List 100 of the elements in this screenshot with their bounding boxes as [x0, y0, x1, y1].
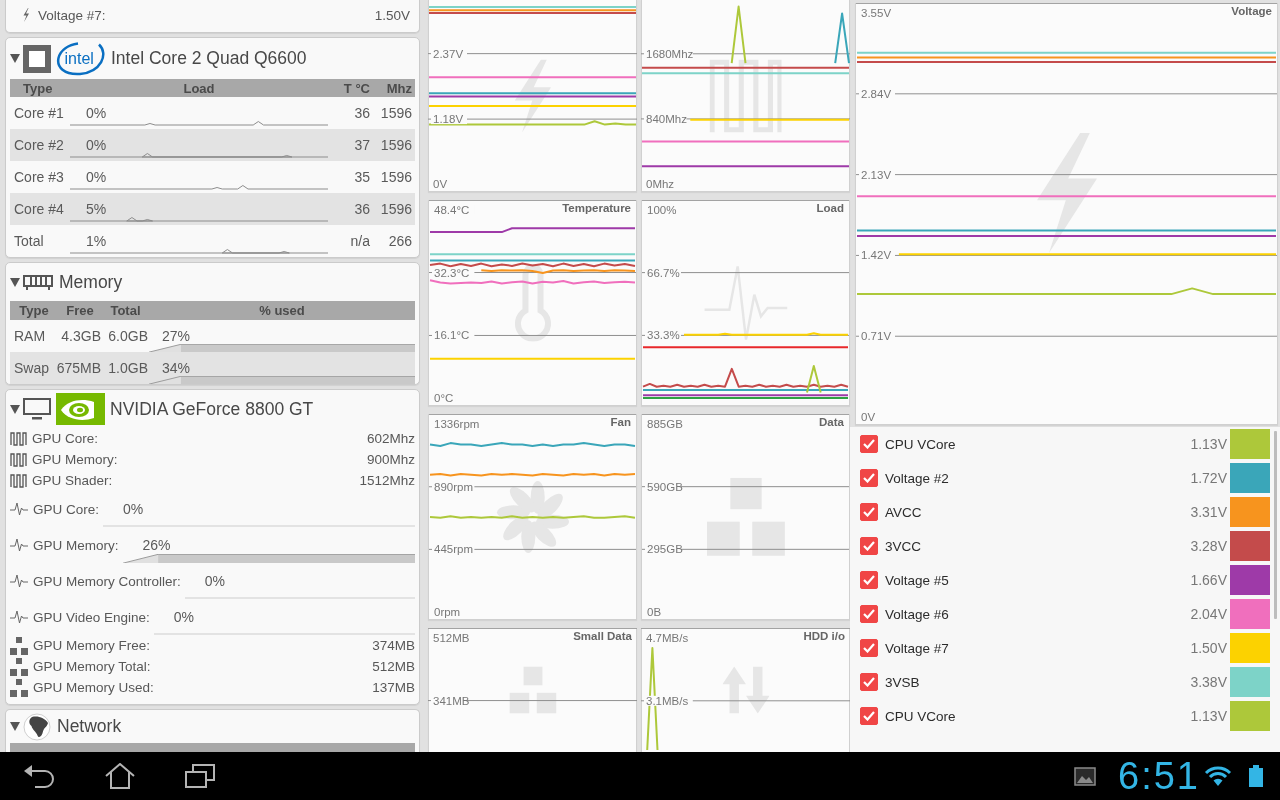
- panel-title: Memory: [59, 271, 123, 293]
- row-label: GPU Core:: [33, 501, 100, 517]
- blocks-icon: [10, 657, 28, 676]
- legend-value: 2.04V: [1190, 606, 1227, 622]
- tick-label: 0rpm: [434, 606, 461, 618]
- row-label: GPU Core:: [32, 431, 99, 446]
- tick-label: 48.4°C: [434, 204, 470, 216]
- checkbox[interactable]: [860, 639, 878, 657]
- checkbox[interactable]: [860, 571, 878, 589]
- legend-value: 1.50V: [1190, 640, 1227, 656]
- table-cell: Core #4: [14, 201, 64, 217]
- caret-icon[interactable]: [10, 54, 20, 63]
- table-cell: 27%: [162, 328, 191, 344]
- table-cell: 1596: [380, 137, 412, 153]
- panel-title: NVIDIA GeForce 8800 GT: [110, 398, 314, 420]
- checkbox[interactable]: [860, 707, 878, 725]
- column-header: Type: [23, 80, 53, 96]
- table-cell: Core #2: [14, 137, 64, 153]
- recents-icon: [185, 764, 215, 788]
- globe-icon: [23, 712, 51, 741]
- table-cell: RAM: [14, 328, 46, 344]
- legend-label: Voltage #7: [885, 640, 949, 656]
- home-icon: [105, 763, 135, 789]
- thermometer-icon: [514, 263, 551, 343]
- table-cell: 1596: [380, 169, 412, 185]
- tick-label: 341MB: [433, 694, 470, 707]
- row-label: GPU Memory:: [33, 537, 119, 553]
- tick-label: 890rpm: [434, 480, 473, 493]
- tick-label: 1.42V: [861, 249, 892, 262]
- legend-label: AVCC: [885, 504, 922, 520]
- table-cell: 0%: [86, 105, 107, 121]
- intel-logo: intel: [56, 41, 106, 76]
- image-icon: [1074, 766, 1097, 786]
- pulse-icon: [10, 610, 28, 624]
- checkbox[interactable]: [860, 673, 878, 691]
- checkbox[interactable]: [860, 605, 878, 623]
- chart-title: Fan: [610, 416, 631, 428]
- table-cell: Core #1: [14, 105, 64, 121]
- tick-label: 295GB: [647, 543, 683, 556]
- scrollbar-thumb[interactable]: [1274, 431, 1277, 619]
- square-wave-icon: [709, 59, 782, 133]
- check-icon: [863, 473, 875, 483]
- legend-label: CPU VCore: [885, 708, 956, 724]
- checkbox[interactable]: [860, 435, 878, 453]
- legend-label: 3VSB: [885, 674, 920, 690]
- tick-label: 0Mhz: [646, 178, 675, 190]
- battery-icon: [1249, 765, 1263, 787]
- pulse-icon: [10, 502, 28, 516]
- table-cell: 6.0GB: [108, 328, 148, 344]
- row-label: GPU Video Engine:: [33, 609, 150, 625]
- tick-label: 2.84V: [861, 87, 892, 100]
- caret-icon[interactable]: [10, 722, 20, 731]
- tick-label: 2.13V: [861, 168, 892, 181]
- tick-label: 840Mhz: [646, 112, 687, 125]
- tick-label: 0°C: [434, 392, 454, 404]
- tick-label: 2.37V: [433, 47, 464, 60]
- chart-title: Load: [816, 202, 844, 214]
- tick-label: 32.3°C: [434, 266, 470, 279]
- tick-label: 1680Mhz: [646, 47, 694, 60]
- tick-label: 590GB: [647, 480, 683, 493]
- legend-value: 1.72V: [1190, 470, 1227, 486]
- monitor-icon: [23, 398, 51, 420]
- legend-label: Voltage #2: [885, 470, 949, 486]
- square-wave-icon: [10, 473, 27, 488]
- legend-label: CPU VCore: [885, 436, 956, 452]
- up-down-arrows-icon: [721, 666, 770, 714]
- tick-label: 0B: [647, 606, 662, 618]
- table-cell: 675MB: [56, 360, 101, 376]
- legend-value: 3.38V: [1190, 674, 1227, 690]
- check-icon: [863, 439, 875, 449]
- checkbox[interactable]: [860, 503, 878, 521]
- chart-title: Small Data: [573, 630, 632, 642]
- table-cell: Total: [14, 233, 44, 249]
- table-cell: 37: [354, 137, 370, 153]
- row-label: GPU Memory Used:: [33, 680, 154, 695]
- tick-label: 100%: [647, 204, 677, 216]
- bolt-icon: [1036, 132, 1097, 253]
- legend-value: 3.28V: [1190, 538, 1227, 554]
- row-value: 0%: [173, 609, 195, 625]
- row-value: 26%: [142, 537, 171, 553]
- caret-icon[interactable]: [10, 404, 20, 414]
- table-cell: 1.0GB: [108, 360, 148, 376]
- tick-label: 445rpm: [434, 543, 473, 556]
- legend-label: 3VCC: [885, 538, 921, 554]
- square-wave-icon: [10, 431, 27, 446]
- blocks-icon: [508, 666, 557, 714]
- blocks-icon: [10, 636, 28, 655]
- checkbox[interactable]: [860, 537, 878, 555]
- caret-icon[interactable]: [10, 277, 20, 287]
- panel-title: Network: [57, 716, 122, 737]
- legend-label: Voltage #5: [885, 572, 949, 588]
- chart-title: Voltage: [1231, 5, 1272, 17]
- row-value: 1.50V: [374, 7, 410, 23]
- checkbox[interactable]: [860, 469, 878, 487]
- bolt-icon: [514, 59, 551, 133]
- back-icon: [24, 764, 56, 788]
- table-cell: n/a: [350, 233, 370, 249]
- row-label: GPU Shader:: [32, 473, 113, 488]
- tick-label: 0.71V: [861, 330, 892, 343]
- table-cell: 36: [354, 201, 370, 217]
